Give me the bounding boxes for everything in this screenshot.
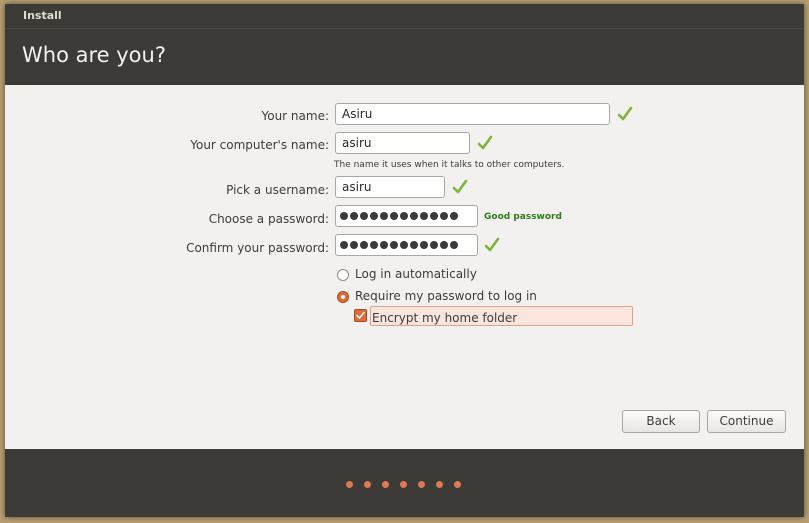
password-mask-dot bbox=[340, 212, 348, 220]
computer-name-input[interactable] bbox=[335, 132, 470, 154]
log-in-automatically-label[interactable]: Log in automatically bbox=[355, 267, 477, 281]
encrypt-home-checkbox[interactable] bbox=[354, 309, 367, 322]
password-mask-dot bbox=[430, 212, 438, 220]
back-button[interactable]: Back bbox=[622, 410, 700, 433]
password-mask-dot bbox=[430, 241, 438, 249]
computer-name-label: Your computer's name: bbox=[190, 138, 329, 152]
confirm-password-label: Confirm your password: bbox=[186, 241, 329, 255]
password-mask-dot bbox=[420, 241, 428, 249]
password-mask-dot bbox=[400, 241, 408, 249]
page-header: Who are you? bbox=[5, 28, 804, 85]
progress-dot bbox=[400, 481, 407, 488]
password-mask-dot bbox=[440, 212, 448, 220]
require-password-label[interactable]: Require my password to log in bbox=[355, 289, 537, 303]
progress-dot bbox=[382, 481, 389, 488]
password-label: Choose a password: bbox=[208, 212, 329, 226]
password-mask-dot bbox=[380, 241, 388, 249]
password-mask-dot bbox=[390, 212, 398, 220]
username-input[interactable] bbox=[335, 176, 445, 198]
password-input[interactable] bbox=[335, 205, 478, 227]
progress-dot bbox=[418, 481, 425, 488]
check-mark-icon bbox=[484, 237, 500, 252]
your-name-input[interactable] bbox=[335, 103, 610, 125]
confirm-password-input[interactable] bbox=[335, 234, 478, 256]
password-mask-dot bbox=[450, 212, 458, 220]
slideshow-footer bbox=[5, 449, 804, 517]
password-mask-dot bbox=[340, 241, 348, 249]
checkbox-check-icon bbox=[356, 311, 365, 319]
password-mask-dot bbox=[350, 212, 358, 220]
progress-dot bbox=[436, 481, 443, 488]
page-title: Who are you? bbox=[22, 43, 166, 67]
username-label: Pick a username: bbox=[226, 183, 329, 197]
password-mask-dot bbox=[370, 241, 378, 249]
password-mask-dot bbox=[350, 241, 358, 249]
password-mask-dot bbox=[380, 212, 388, 220]
progress-dots bbox=[346, 481, 472, 488]
computer-name-hint: The name it uses when it talks to other … bbox=[334, 160, 565, 170]
user-form: Your name: Your computer's name: The nam… bbox=[5, 85, 804, 449]
password-mask-dot bbox=[360, 212, 368, 220]
check-mark-icon bbox=[477, 135, 493, 150]
progress-dot bbox=[346, 481, 353, 488]
require-password-radio[interactable] bbox=[337, 291, 349, 303]
password-mask-dot bbox=[370, 212, 378, 220]
installer-window: Install Who are you? Your name: Your com… bbox=[5, 4, 804, 517]
log-in-automatically-radio[interactable] bbox=[337, 269, 349, 281]
check-mark-icon bbox=[617, 106, 633, 121]
progress-dot bbox=[364, 481, 371, 488]
password-mask-dot bbox=[450, 241, 458, 249]
check-mark-icon bbox=[452, 179, 468, 194]
your-name-label: Your name: bbox=[261, 109, 329, 123]
window-title: Install bbox=[5, 4, 804, 28]
password-mask-dot bbox=[420, 212, 428, 220]
password-mask-dot bbox=[400, 212, 408, 220]
continue-button[interactable]: Continue bbox=[707, 410, 786, 433]
password-mask-dot bbox=[390, 241, 398, 249]
password-mask-dot bbox=[410, 212, 418, 220]
encrypt-home-label[interactable]: Encrypt my home folder bbox=[372, 311, 517, 325]
password-mask-dot bbox=[410, 241, 418, 249]
password-mask-dot bbox=[440, 241, 448, 249]
password-mask-dot bbox=[360, 241, 368, 249]
progress-dot bbox=[454, 481, 461, 488]
password-strength: Good password bbox=[484, 212, 562, 222]
